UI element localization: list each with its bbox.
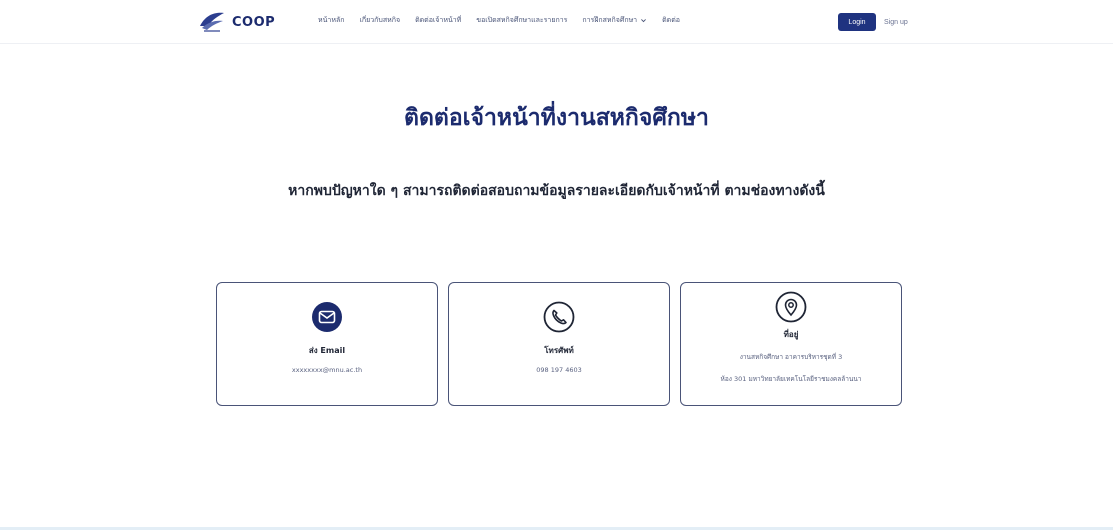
nav-contact-staff[interactable]: ติดต่อเจ้าหน้าที่ xyxy=(415,15,461,26)
email-card[interactable]: ส่ง Email xxxxxxxx@mnu.ac.th xyxy=(216,282,438,406)
coop-logo-icon xyxy=(200,12,224,32)
address-line-2: ห้อง 301 มหาวิทยาลัยเทคโนโลยีราชมงคลล้าน… xyxy=(720,375,862,383)
nav-contact[interactable]: ติดต่อ xyxy=(662,15,680,26)
navbar: COOP หน้าหลัก เกี่ยวกับสหกิจ ติดต่อเจ้าห… xyxy=(0,0,1113,44)
phone-number[interactable]: 098 197 4603 xyxy=(449,366,669,375)
nav-training-dropdown[interactable]: การฝึกสหกิจศึกษา xyxy=(582,15,647,26)
email-address[interactable]: xxxxxxxx@mnu.ac.th xyxy=(217,366,437,375)
phone-card-title: โทรศัพท์ xyxy=(544,346,574,355)
location-icon xyxy=(775,291,807,323)
address-card[interactable]: ที่อยู่ งานสหกิจศึกษา อาคารบริหารชุดที่ … xyxy=(680,282,902,406)
chevron-down-icon xyxy=(641,19,647,23)
page-subtitle: หากพบปัญหาใด ๆ สามารถติดต่อสอบถามข้อมูลร… xyxy=(288,183,825,199)
email-card-title: ส่ง Email xyxy=(308,346,346,355)
mail-icon xyxy=(312,302,342,332)
nav-about[interactable]: เกี่ยวกับสหกิจ xyxy=(359,15,400,26)
brand[interactable]: COOP xyxy=(198,10,275,34)
nav-request[interactable]: ขอเปิดสหกิจศึกษาและรายการ xyxy=(476,15,567,26)
page: COOP หน้าหลัก เกี่ยวกับสหกิจ ติดต่อเจ้าห… xyxy=(0,0,1113,530)
address-line-1: งานสหกิจศึกษา อาคารบริหารชุดที่ 3 xyxy=(739,353,843,361)
login-button[interactable]: Login xyxy=(838,13,876,31)
nav-training-label: การฝึกสหกิจศึกษา xyxy=(582,16,638,24)
address-card-title: ที่อยู่ xyxy=(783,330,799,339)
page-title: ติดต่อเจ้าหน้าที่งานสหกิจศึกษา xyxy=(404,105,709,131)
phone-card[interactable]: โทรศัพท์ 098 197 4603 xyxy=(448,282,670,406)
nav-links: หน้าหลัก เกี่ยวกับสหกิจ ติดต่อเจ้าหน้าที… xyxy=(318,15,680,26)
signup-button[interactable]: Sign up xyxy=(882,13,910,31)
nav-home[interactable]: หน้าหลัก xyxy=(318,15,344,26)
phone-icon xyxy=(543,301,575,333)
brand-name: COOP xyxy=(232,14,276,30)
